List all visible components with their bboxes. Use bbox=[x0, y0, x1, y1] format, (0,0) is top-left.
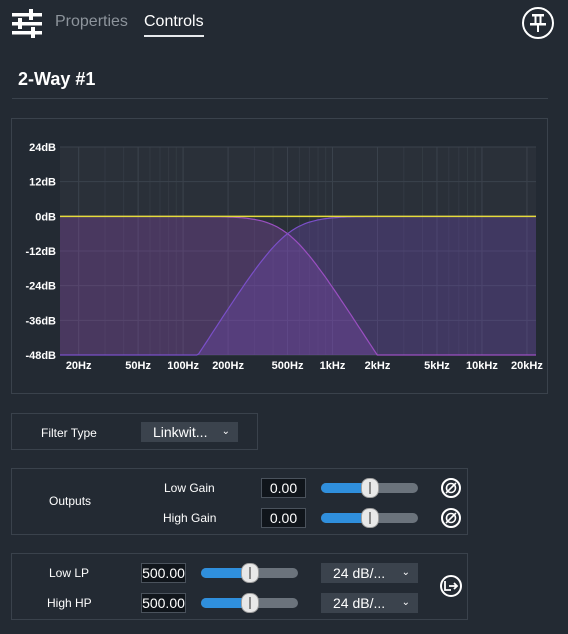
title-divider bbox=[12, 98, 548, 99]
low-invert-button[interactable] bbox=[441, 478, 461, 498]
low-lp-slope-value: 24 dB/... bbox=[333, 565, 386, 581]
x-tick-label: 1kHz bbox=[320, 360, 346, 372]
high-hp-label: High HP bbox=[47, 596, 92, 610]
slider-knob[interactable] bbox=[360, 508, 379, 528]
slider-knob[interactable] bbox=[240, 563, 259, 583]
y-tick-label: 0dB bbox=[35, 211, 56, 223]
x-tick-label: 10kHz bbox=[466, 360, 498, 372]
x-tick-label: 20kHz bbox=[511, 360, 543, 372]
tab-properties[interactable]: Properties bbox=[55, 13, 128, 31]
x-tick-label: 2kHz bbox=[365, 360, 391, 372]
y-tick-label: -36dB bbox=[25, 315, 56, 327]
filter-type-value: Linkwit... bbox=[153, 424, 208, 440]
x-tick-label: 20Hz bbox=[66, 360, 92, 372]
x-tick-label: 200Hz bbox=[212, 360, 244, 372]
high-hp-slope-dropdown[interactable]: 24 dB/... ⌄ bbox=[321, 593, 418, 613]
x-tick-label: 500Hz bbox=[272, 360, 304, 372]
x-tick-label: 100Hz bbox=[167, 360, 199, 372]
high-gain-slider[interactable] bbox=[321, 508, 418, 528]
link-crossover-button[interactable] bbox=[440, 575, 462, 597]
low-gain-slider[interactable] bbox=[321, 478, 418, 498]
block-title: 2-Way #1 bbox=[18, 69, 96, 89]
x-tick-label: 5kHz bbox=[424, 360, 450, 372]
low-lp-slope-dropdown[interactable]: 24 dB/... ⌄ bbox=[321, 563, 418, 583]
tab-controls[interactable]: Controls bbox=[144, 13, 204, 37]
polarity-invert-icon bbox=[445, 482, 457, 494]
filter-type-label: Filter Type bbox=[41, 426, 97, 440]
low-lp-label: Low LP bbox=[49, 566, 90, 580]
high-gain-label: High Gain bbox=[163, 511, 217, 525]
high-invert-button[interactable] bbox=[441, 508, 461, 528]
chevron-down-icon: ⌄ bbox=[401, 567, 410, 578]
pin-icon bbox=[530, 14, 546, 32]
y-tick-label: 12dB bbox=[29, 177, 56, 189]
slider-knob[interactable] bbox=[360, 478, 379, 498]
y-tick-label: -12dB bbox=[25, 246, 56, 258]
slider-knob[interactable] bbox=[240, 593, 259, 613]
y-tick-label: -48dB bbox=[25, 350, 56, 362]
y-tick-label: 24dB bbox=[29, 142, 56, 154]
pin-button[interactable] bbox=[522, 7, 554, 39]
low-gain-label: Low Gain bbox=[164, 481, 215, 495]
low-lp-input[interactable]: 500.00 bbox=[141, 563, 186, 583]
chevron-down-icon: ⌄ bbox=[221, 426, 230, 437]
high-hp-input[interactable]: 500.00 bbox=[141, 593, 186, 613]
sliders-icon bbox=[12, 9, 42, 38]
low-gain-input[interactable]: 0.00 bbox=[261, 478, 306, 498]
filter-type-dropdown[interactable]: Linkwit... ⌄ bbox=[141, 422, 238, 442]
chevron-down-icon: ⌄ bbox=[401, 597, 410, 608]
link-arrow-icon bbox=[444, 581, 459, 591]
polarity-invert-icon bbox=[445, 512, 457, 524]
y-tick-label: -24dB bbox=[25, 281, 56, 293]
high-hp-slope-value: 24 dB/... bbox=[333, 595, 386, 611]
menu-button[interactable] bbox=[11, 9, 43, 39]
low-lp-slider[interactable] bbox=[201, 563, 298, 583]
high-gain-input[interactable]: 0.00 bbox=[261, 508, 306, 528]
x-tick-label: 50Hz bbox=[125, 360, 151, 372]
high-hp-slider[interactable] bbox=[201, 593, 298, 613]
crossover-response-chart: 24dB 12dB 0dB -12dB -24dB -36dB -48dB 20Hz 50Hz 1… bbox=[25, 142, 543, 372]
outputs-label: Outputs bbox=[49, 494, 92, 508]
